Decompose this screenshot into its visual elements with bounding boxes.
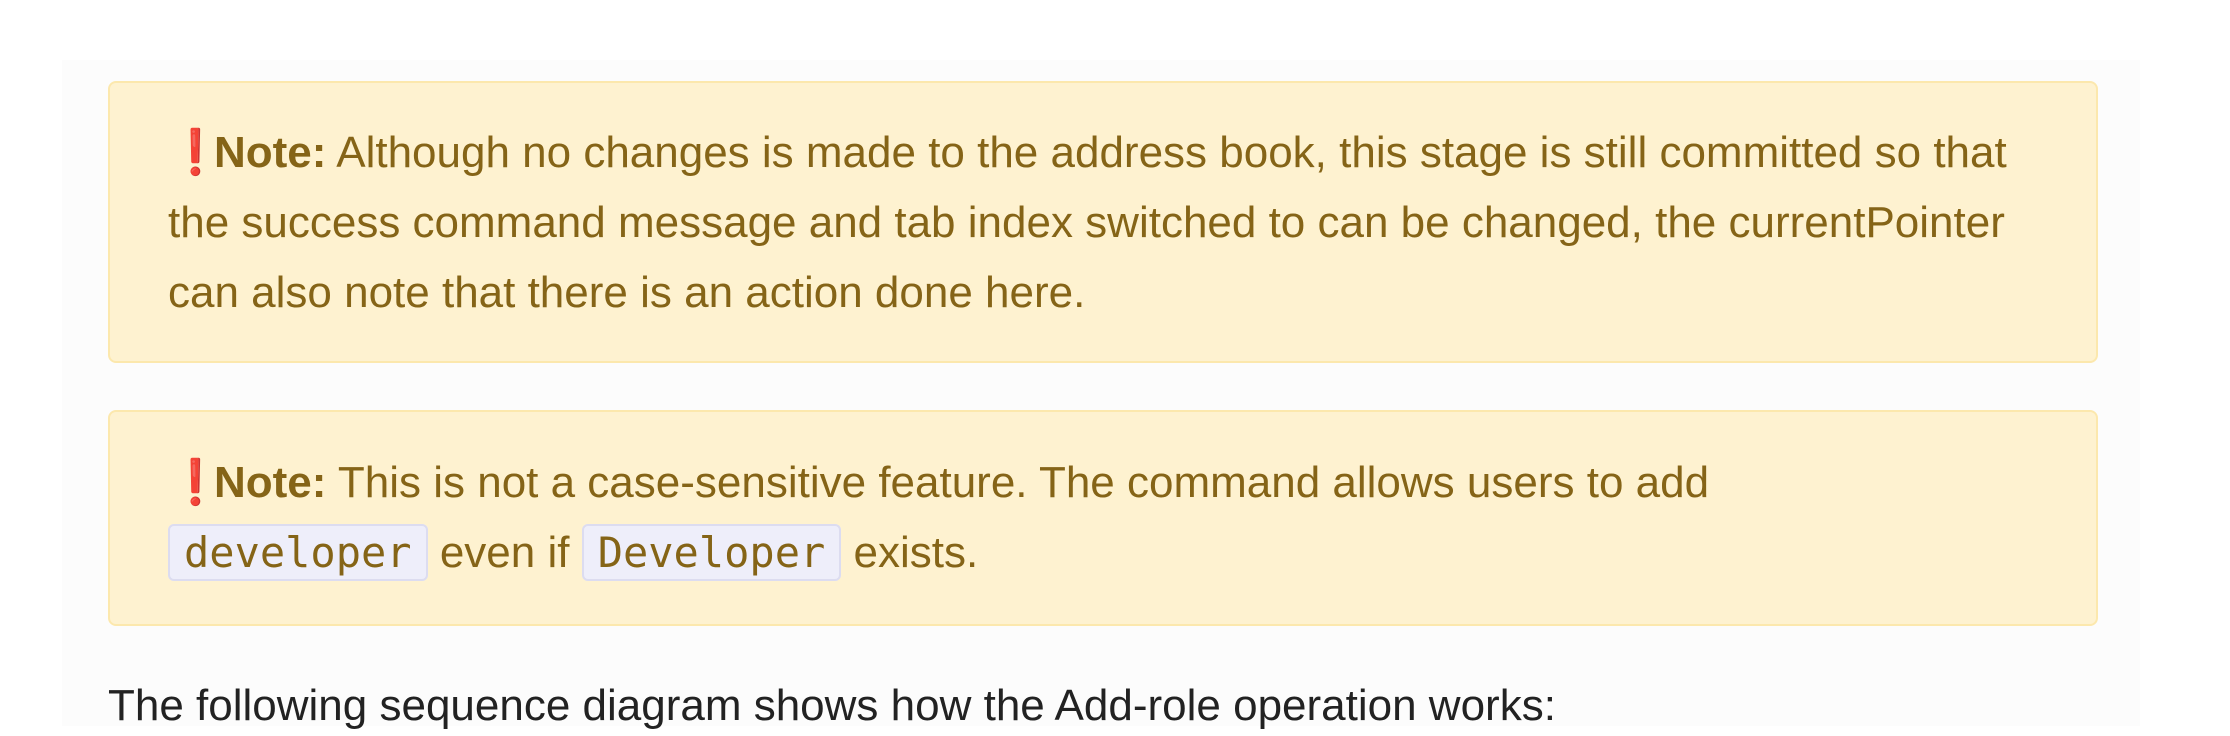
note-body-start: This is not a case-sensitive feature. Th… bbox=[337, 458, 1710, 507]
note-body-middle: even if bbox=[439, 528, 570, 577]
note-text: ❗Note: Although no changes is made to th… bbox=[168, 118, 2048, 328]
paragraph: The following sequence diagram shows how… bbox=[108, 681, 1556, 730]
exclamation-icon: ❗ bbox=[168, 458, 223, 507]
exclamation-icon: ❗ bbox=[168, 128, 223, 177]
inline-code: Developer bbox=[581, 524, 842, 581]
note-label: Note: bbox=[214, 458, 327, 507]
note-text: ❗Note: This is not a case-sensitive feat… bbox=[168, 448, 2048, 588]
inline-code: developer bbox=[168, 524, 428, 581]
note-body-end: exists. bbox=[853, 528, 979, 577]
note-body: Although no changes is made to the addre… bbox=[168, 128, 2007, 317]
note-label: Note: bbox=[214, 128, 327, 177]
